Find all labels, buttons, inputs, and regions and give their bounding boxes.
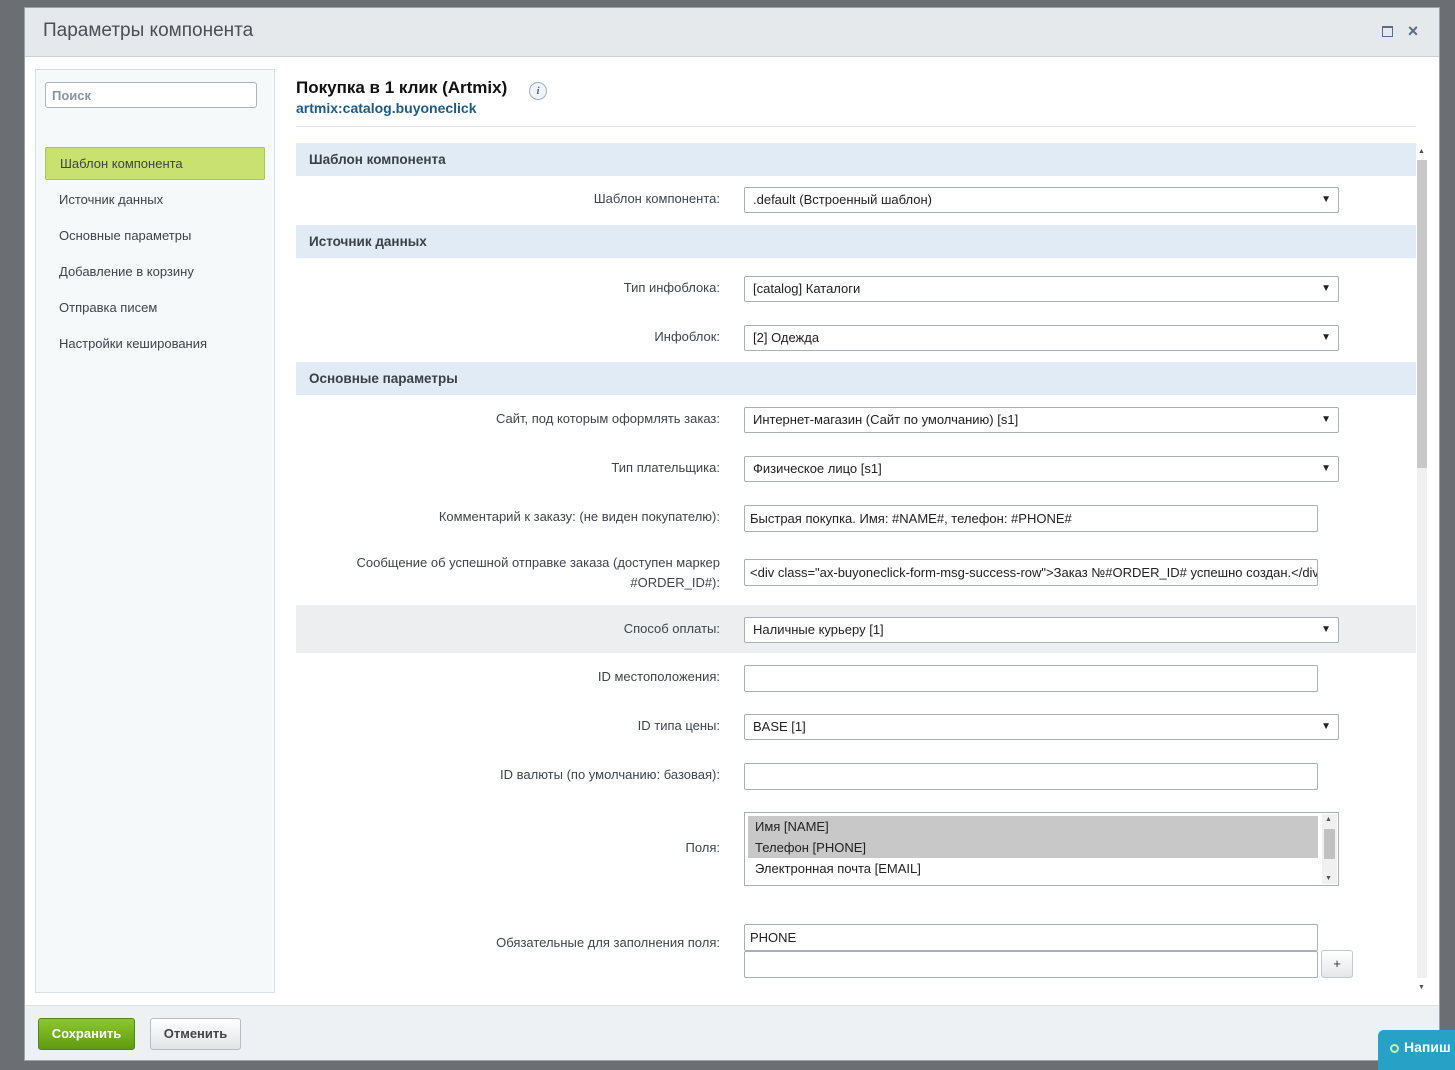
section-main-header[interactable]: Основные параметры <box>296 362 1416 395</box>
chat-label: Напиш <box>1404 1039 1451 1055</box>
component-title: Покупка в 1 клик (Artmix) <box>296 78 508 97</box>
dialog-footer: Сохранить Отменить <box>25 1005 1439 1060</box>
success-msg-label-line1: Сообщение об успешной отправке заказа (д… <box>356 555 720 570</box>
site-value: Интернет-магазин (Сайт по умолчанию) [s1… <box>753 412 1019 427</box>
success-msg-input[interactable]: <div class="ax-buyoneclick-form-msg-succ… <box>744 559 1318 586</box>
sidebar-item-main-params[interactable]: Основные параметры <box>45 219 265 255</box>
chevron-down-icon: ▼ <box>1321 194 1331 205</box>
component-header: Покупка в 1 клик (Artmix) i artmix:catal… <box>296 78 1416 127</box>
section-source-header[interactable]: Источник данных <box>296 225 1416 258</box>
chevron-down-icon: ▼ <box>1321 721 1331 732</box>
scroll-down-icon[interactable]: ▼ <box>1325 875 1332 882</box>
payer-label: Тип плательщика: <box>611 460 720 475</box>
template-select[interactable]: .default (Встроенный шаблон) ▼ <box>744 187 1339 213</box>
required-field-input-2[interactable] <box>744 951 1318 978</box>
payment-label: Способ оплаты: <box>623 621 720 636</box>
required-fields-row: Обязательные для заполнения поля: PHONE … <box>296 909 1416 993</box>
template-row: Шаблон компонента: .default (Встроенный … <box>296 176 1416 225</box>
add-field-button[interactable]: + <box>1321 950 1353 978</box>
close-icon[interactable]: × <box>1403 21 1423 41</box>
location-input[interactable] <box>744 665 1318 692</box>
chevron-down-icon: ▼ <box>1321 283 1331 294</box>
chevron-down-icon: ▼ <box>1321 463 1331 474</box>
component-params-dialog: Параметры компонента × Шаблон компонента… <box>24 7 1440 1061</box>
component-code: artmix:catalog.buyoneclick <box>296 100 477 116</box>
sidebar-item-cache[interactable]: Настройки кеширования <box>45 327 265 363</box>
scroll-up-icon[interactable]: ▲ <box>1418 148 1425 155</box>
comment-row: Комментарий к заказу: (не виден покупате… <box>296 493 1416 542</box>
payer-select[interactable]: Физическое лицо [s1] ▼ <box>744 456 1339 482</box>
cancel-button[interactable]: Отменить <box>150 1018 241 1050</box>
params-content: Шаблон компонента Шаблон компонента: .de… <box>296 143 1416 993</box>
site-select[interactable]: Интернет-магазин (Сайт по умолчанию) [s1… <box>744 407 1339 433</box>
fields-label: Поля: <box>685 840 720 855</box>
dialog-title: Параметры компонента <box>43 20 254 41</box>
info-icon[interactable]: i <box>529 82 547 100</box>
template-select-value: .default (Встроенный шаблон) <box>753 192 932 207</box>
listbox-scroll-thumb[interactable] <box>1324 829 1335 859</box>
sidebar: Шаблон компонента Источник данных Основн… <box>35 69 275 993</box>
fields-listbox[interactable]: Имя [NAME] Телефон [PHONE] Электронная п… <box>744 812 1339 886</box>
comment-label: Комментарий к заказу: (не виден покупате… <box>438 509 720 524</box>
success-msg-label-line2: #ORDER_ID#): <box>630 575 720 590</box>
currency-row: ID валюты (по умолчанию: базовая): <box>296 751 1416 800</box>
iblock-row: Инфоблок: [2] Одежда ▼ <box>296 307 1416 356</box>
listbox-scrollbar[interactable]: ▲ ▼ <box>1322 814 1337 884</box>
sidebar-item-send-mail[interactable]: Отправка писем <box>45 291 265 327</box>
required-field-input-1[interactable]: PHONE <box>744 924 1318 951</box>
chat-status-icon <box>1390 1044 1399 1053</box>
iblock-type-row: Тип инфоблока: [catalog] Каталоги ▼ <box>296 258 1416 307</box>
content-scrollbar[interactable]: ▲ ▼ <box>1415 146 1429 991</box>
payment-row: Способ оплаты: Наличные курьеру [1] ▼ <box>296 605 1416 653</box>
location-row: ID местоположения: <box>296 653 1416 702</box>
chevron-down-icon: ▼ <box>1321 332 1331 343</box>
scroll-up-icon[interactable]: ▲ <box>1325 816 1332 823</box>
payer-value: Физическое лицо [s1] <box>753 461 882 476</box>
list-item[interactable]: Электронная почта [EMAIL] <box>748 858 1318 879</box>
price-type-row: ID типа цены: BASE [1] ▼ <box>296 702 1416 751</box>
price-type-label: ID типа цены: <box>637 718 720 733</box>
iblock-select[interactable]: [2] Одежда ▼ <box>744 325 1339 351</box>
iblock-type-value: [catalog] Каталоги <box>753 281 861 296</box>
chat-widget-button[interactable]: Напиш <box>1378 1030 1455 1070</box>
template-label: Шаблон компонента: <box>593 191 720 206</box>
site-row: Сайт, под которым оформлять заказ: Интер… <box>296 395 1416 444</box>
currency-input[interactable] <box>744 763 1318 790</box>
site-label: Сайт, под которым оформлять заказ: <box>496 411 720 426</box>
chevron-down-icon: ▼ <box>1321 624 1331 635</box>
iblock-type-label: Тип инфоблока: <box>623 280 720 295</box>
list-item[interactable]: Имя [NAME] <box>748 816 1318 837</box>
payer-row: Тип плательщика: Физическое лицо [s1] ▼ <box>296 444 1416 493</box>
price-type-value: BASE [1] <box>753 719 806 734</box>
currency-label: ID валюты (по умолчанию: базовая): <box>500 767 720 782</box>
sidebar-nav: Шаблон компонента Источник данных Основн… <box>45 147 265 363</box>
sidebar-item-template[interactable]: Шаблон компонента <box>45 147 265 180</box>
iblock-type-select[interactable]: [catalog] Каталоги ▼ <box>744 276 1339 302</box>
maximize-icon[interactable] <box>1377 21 1397 41</box>
sidebar-item-data-source[interactable]: Источник данных <box>45 183 265 219</box>
dialog-titlebar[interactable]: Параметры компонента × <box>25 8 1439 57</box>
sidebar-item-add-to-cart[interactable]: Добавление в корзину <box>45 255 265 291</box>
chevron-down-icon: ▼ <box>1321 414 1331 425</box>
iblock-label: Инфоблок: <box>654 329 720 344</box>
price-type-select[interactable]: BASE [1] ▼ <box>744 714 1339 740</box>
success-msg-label: Сообщение об успешной отправке заказа (д… <box>356 553 720 593</box>
success-msg-row: Сообщение об успешной отправке заказа (д… <box>296 542 1416 605</box>
payment-value: Наличные курьеру [1] <box>753 622 884 637</box>
section-template-header[interactable]: Шаблон компонента <box>296 143 1416 176</box>
payment-select[interactable]: Наличные курьеру [1] ▼ <box>744 617 1339 643</box>
comment-input[interactable]: Быстрая покупка. Имя: #NAME#, телефон: #… <box>744 505 1318 532</box>
fields-row: Поля: Имя [NAME] Телефон [PHONE] Электро… <box>296 800 1416 900</box>
required-fields-label: Обязательные для заполнения поля: <box>496 935 720 950</box>
list-item[interactable]: Телефон [PHONE] <box>748 837 1318 858</box>
scroll-thumb[interactable] <box>1417 160 1427 468</box>
iblock-value: [2] Одежда <box>753 330 820 345</box>
scroll-down-icon[interactable]: ▼ <box>1418 984 1425 991</box>
search-input[interactable] <box>45 82 257 108</box>
save-button[interactable]: Сохранить <box>38 1018 135 1050</box>
location-label: ID местоположения: <box>597 669 720 684</box>
